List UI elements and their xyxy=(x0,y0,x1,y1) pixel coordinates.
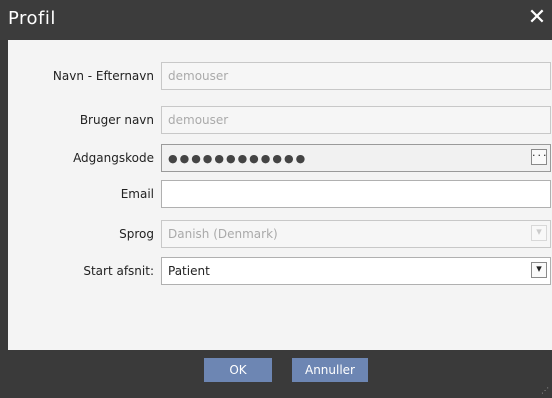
email-field[interactable] xyxy=(161,180,551,208)
password-value: ●●●●●●●●●●●● xyxy=(168,152,308,165)
language-value: Danish (Denmark) xyxy=(168,227,278,241)
ok-button[interactable]: OK xyxy=(204,358,272,382)
dialog-content: Navn - Efternavn demouser Bruger navn de… xyxy=(8,40,552,358)
language-row: Sprog Danish (Denmark) ▾ xyxy=(8,220,552,250)
dialog-titlebar: Profil ✕ xyxy=(0,0,552,40)
name-label: Navn - Efternavn xyxy=(52,69,154,83)
start-section-value: Patient xyxy=(168,264,210,278)
username-row: Bruger navn demouser xyxy=(8,106,552,136)
close-icon[interactable]: ✕ xyxy=(524,5,550,31)
dialog-footer: OK Annuller ⋰ xyxy=(0,350,552,398)
profile-dialog: Profil ✕ Navn - Efternavn demouser Bruge… xyxy=(0,0,552,398)
chevron-down-icon: ▾ xyxy=(531,225,547,241)
password-field[interactable]: ●●●●●●●●●●●● ··· xyxy=(161,144,551,172)
password-label: Adgangskode xyxy=(73,151,154,165)
start-section-row: Start afsnit: Patient ▾ xyxy=(8,257,552,287)
name-field[interactable]: demouser xyxy=(161,62,551,90)
username-field[interactable]: demouser xyxy=(161,106,551,134)
password-row: Adgangskode ●●●●●●●●●●●● ··· xyxy=(8,144,552,174)
password-more-button[interactable]: ··· xyxy=(531,149,547,165)
language-label: Sprog xyxy=(119,227,154,241)
cancel-button[interactable]: Annuller xyxy=(292,358,368,382)
chevron-down-icon[interactable]: ▾ xyxy=(531,262,547,278)
username-label: Bruger navn xyxy=(79,113,154,127)
language-select[interactable]: Danish (Denmark) ▾ xyxy=(161,220,551,248)
name-row: Navn - Efternavn demouser xyxy=(8,62,552,92)
start-section-select[interactable]: Patient ▾ xyxy=(161,257,551,285)
resize-grip-icon[interactable]: ⋰ xyxy=(541,387,549,395)
dialog-title: Profil xyxy=(8,8,56,29)
start-section-label: Start afsnit: xyxy=(83,264,154,278)
email-row: Email xyxy=(8,180,552,210)
email-label: Email xyxy=(120,187,154,201)
